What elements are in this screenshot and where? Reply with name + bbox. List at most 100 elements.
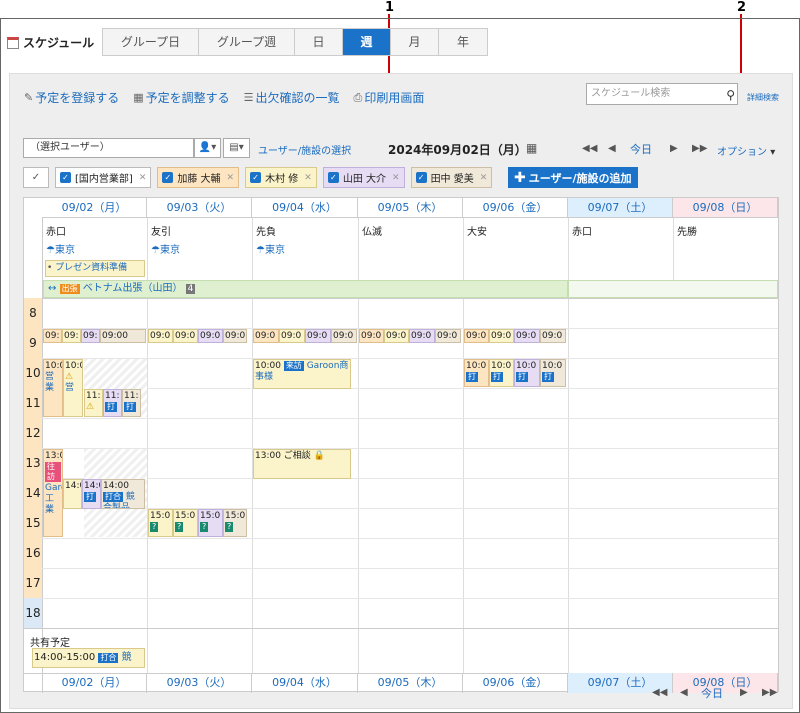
event-fri-0900-1[interactable]: 09:0 (464, 329, 489, 343)
tab-day[interactable]: 日 (295, 29, 343, 55)
day-footer-tue[interactable]: 09/03（火） (147, 673, 252, 693)
user-facility-select-link[interactable]: ユーザー/施設の選択 (258, 142, 351, 157)
day-header-thu[interactable]: 09/05（木） (358, 198, 463, 218)
event-mon-1100-2[interactable]: 11: 打 (103, 389, 122, 417)
user-select[interactable]: （選択ユーザー） (23, 138, 194, 158)
event-mon-1400-1[interactable]: 14:00 (63, 479, 82, 509)
close-icon[interactable]: ✕ (392, 173, 400, 183)
adjust-event-link[interactable]: ▦ 予定を調整する (133, 89, 229, 106)
facility-picker-button[interactable]: ▤▾ (223, 138, 250, 158)
prev-week-icon[interactable]: ◀◀ (582, 143, 597, 154)
allday-event[interactable]: • プレゼン資料準備 (45, 260, 145, 277)
schedule-search-input[interactable]: スケジュール検索 ⚲ (586, 83, 738, 105)
event-mon-1100-1[interactable]: 11: ⚠ (84, 389, 103, 417)
chip-dept[interactable]: ✓ [国内営業部] ✕ (55, 167, 152, 188)
event-mon-1100-3[interactable]: 11: 打 (122, 389, 141, 417)
detail-search-link[interactable]: 詳細検索 (747, 92, 779, 103)
tab-year[interactable]: 年 (439, 29, 487, 55)
bottom-today-link[interactable]: 今日 (701, 685, 723, 701)
tab-month[interactable]: 月 (391, 29, 439, 55)
today-link[interactable]: 今日 (630, 141, 652, 157)
print-link[interactable]: ⎙ 印刷用画面 (354, 89, 425, 106)
event-mon-0900-3[interactable]: 09: (81, 329, 100, 343)
shared-event[interactable]: 14:00-15:00 打合 競 (32, 648, 145, 668)
event-thu-0900-4[interactable]: 09:0 (435, 329, 461, 343)
event-thu-0900-2[interactable]: 09:0 (384, 329, 409, 343)
event-fri-1000-4[interactable]: 10:0 打 (540, 359, 566, 387)
close-icon[interactable]: ✕ (480, 173, 488, 183)
close-icon[interactable]: ✕ (139, 173, 147, 183)
trip-banner[interactable]: ↔ 出張 ベトナム出張（山田） 4 (43, 280, 568, 298)
hour-15: 15 (24, 508, 42, 538)
tab-group-day[interactable]: グループ日 (103, 29, 199, 55)
select-all-checkbox[interactable]: ✓ (23, 167, 49, 188)
chip-user-tanaka[interactable]: ✓ 田中 愛美 ✕ (410, 167, 493, 188)
event-fri-0900-4[interactable]: 09:0 (540, 329, 566, 343)
event-fri-0900-2[interactable]: 09:0 (489, 329, 514, 343)
event-mon-1300-visit[interactable]: 13:00往訪Garoon工業 (43, 449, 63, 537)
bottom-prev-day-icon[interactable]: ◀ (680, 687, 688, 698)
tab-week[interactable]: 週 (343, 29, 391, 55)
event-fri-1000-1[interactable]: 10:0 打 (464, 359, 489, 387)
event-wed-1000-visit[interactable]: 10:00 来訪 Garoon商事様 (253, 359, 351, 389)
chip-user-kato[interactable]: ✓ 加藤 大輔 ✕ (157, 167, 240, 188)
day-footer-mon[interactable]: 09/02（月） (42, 673, 147, 693)
event-tue-0900-1[interactable]: 09:0 (148, 329, 173, 343)
add-user-button[interactable]: ✚ ユーザー/施設の追加 (508, 167, 638, 188)
day-header-wed[interactable]: 09/04（水） (252, 198, 358, 218)
event-tue-0900-4[interactable]: 09:0 (223, 329, 247, 343)
tab-group-week[interactable]: グループ週 (199, 29, 295, 55)
day-header-tue[interactable]: 09/03（火） (147, 198, 252, 218)
register-event-link[interactable]: ✎ 予定を登録する (24, 89, 119, 106)
user-icon: 👤▾ (198, 142, 217, 153)
event-fri-0900-3[interactable]: 09:0 (514, 329, 540, 343)
bottom-next-day-icon[interactable]: ▶ (740, 687, 748, 698)
event-wed-0900-1[interactable]: 09:0 (253, 329, 279, 343)
day-footer-thu[interactable]: 09/05（木） (358, 673, 463, 693)
prev-day-icon[interactable]: ◀ (608, 143, 616, 154)
user-picker-button[interactable]: 👤▾ (194, 138, 221, 158)
event-fri-1000-3[interactable]: 10:0 打 (514, 359, 540, 387)
day-footer-wed[interactable]: 09/04（水） (252, 673, 358, 693)
event-mon-1400-2[interactable]: 14:00打 (82, 479, 101, 509)
event-tue-1500-4[interactable]: 15:0? (223, 509, 247, 537)
event-tue-1500-2[interactable]: 15:0? (173, 509, 198, 537)
event-wed-1300-consult[interactable]: 13:00 ご相談 🔒 (253, 449, 351, 479)
bottom-next-week-icon[interactable]: ▶▶ (762, 687, 777, 698)
options-menu[interactable]: オプション ▾ (717, 143, 775, 158)
event-tue-1500-1[interactable]: 15:0? (148, 509, 173, 537)
next-week-icon[interactable]: ▶▶ (692, 143, 707, 154)
date-picker-icon[interactable]: ▦ (526, 141, 537, 155)
event-fri-1000-2[interactable]: 10:0 打 (489, 359, 514, 387)
event-mon-0900-4[interactable]: 09:00 (100, 329, 146, 343)
rokuyo-wed: 先負 (256, 227, 276, 238)
close-icon[interactable]: ✕ (227, 173, 235, 183)
bottom-prev-week-icon[interactable]: ◀◀ (652, 687, 667, 698)
schedule-window: スケジュール グループ日 グループ週 日 週 月 年 ✎ 予定を登録する ▦ 予定を… (0, 18, 800, 713)
event-wed-0900-4[interactable]: 09:0 (331, 329, 357, 343)
day-header-sat[interactable]: 09/07（土） (568, 198, 673, 218)
calendar-icon (7, 36, 19, 49)
day-header-sun[interactable]: 09/08（日） (673, 198, 778, 218)
day-footer-fri[interactable]: 09/06（金） (463, 673, 568, 693)
chip-user-kimura[interactable]: ✓ 木村 修 ✕ (245, 167, 317, 188)
day-header-mon[interactable]: 09/02（月） (42, 198, 147, 218)
next-day-icon[interactable]: ▶ (670, 143, 678, 154)
search-icon[interactable]: ⚲ (726, 85, 735, 105)
close-icon[interactable]: ✕ (304, 173, 312, 183)
event-thu-0900-1[interactable]: 09:0 (359, 329, 384, 343)
event-tue-0900-3[interactable]: 09:0 (198, 329, 223, 343)
event-wed-0900-2[interactable]: 09:0 (279, 329, 305, 343)
event-thu-0900-3[interactable]: 09:0 (409, 329, 435, 343)
event-mon-0900-2[interactable]: 09: (62, 329, 81, 343)
event-tue-1500-3[interactable]: 15:0? (198, 509, 223, 537)
event-tue-0900-2[interactable]: 09:0 (173, 329, 198, 343)
event-mon-1000-warning[interactable]: 10:00⚠営 (63, 359, 83, 417)
event-mon-1000-sales[interactable]: 10:00営業 (43, 359, 63, 417)
attendance-list-link[interactable]: ☰ 出欠確認の一覧 (244, 89, 340, 106)
event-wed-0900-3[interactable]: 09:0 (305, 329, 331, 343)
day-header-fri[interactable]: 09/06（金） (463, 198, 568, 218)
event-mon-0900-1[interactable]: 09: (43, 329, 62, 343)
event-mon-1400-3[interactable]: 14:00 打合 競合製品 (101, 479, 145, 509)
chip-user-yamada[interactable]: ✓ 山田 大介 ✕ (322, 167, 405, 188)
